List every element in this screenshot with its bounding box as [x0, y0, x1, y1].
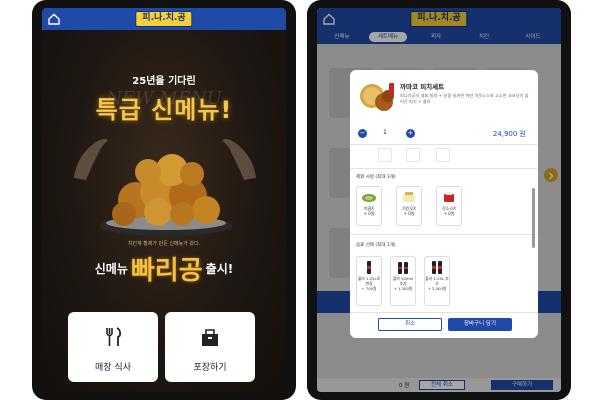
remove-option-radish[interactable]: 치킨무X + 0원 — [396, 186, 422, 226]
hot-sauce-icon — [444, 192, 454, 202]
drink-options-heading: 음료 선택 (최대 1개) — [356, 243, 396, 248]
divider — [350, 168, 538, 169]
menu-screen: 피.나.치.공 신메뉴 세트메뉴 피자 치킨 사이드 0 원 전체 취소 구매하… — [317, 8, 561, 392]
takeout-button[interactable]: 포장하기 — [165, 312, 255, 382]
drink-option-price: + 700원 — [361, 286, 377, 291]
drink-option-1250ml[interactable]: 콜라 1.25L 추가 + 2,000원 — [424, 256, 450, 306]
dine-in-button[interactable]: 매장 식사 — [68, 312, 158, 382]
promo-banner: NEW MENU 25년을 기다린 특급 신메뉴! 치킨계 황제가 만든 신메뉴… — [42, 30, 286, 392]
modal-description: 피나치공의 대표 피자 + 달콤 달싸한 까만 아웃소스와 고소한 코코넛이 들… — [400, 93, 529, 104]
add-to-cart-button[interactable]: 장바구니 담기 — [448, 318, 512, 331]
modal-title: 까마코 피치세트 — [400, 83, 445, 91]
remove-options-heading: 제외 사항 (최대 3개) — [356, 175, 396, 180]
right-tablet: 피.나.치.공 신메뉴 세트메뉴 피자 치킨 사이드 0 원 전체 취소 구매하… — [307, 0, 571, 400]
promo-headline: 특급 신메뉴! — [95, 96, 233, 124]
faded-option — [406, 148, 420, 162]
top-bar: 피.나.치.공 — [42, 8, 286, 30]
cola-bottles-icon — [432, 261, 442, 274]
drink-option-500ml[interactable]: 콜라 500ml 추가 + 1,300원 — [390, 256, 416, 306]
remove-option-price: + 0원 — [363, 211, 375, 216]
remove-option-hot-sauce[interactable]: 핫소스X + 0원 — [436, 186, 462, 226]
drink-option-name: 콜라 1.25L 추가 — [425, 276, 449, 286]
divider — [350, 312, 538, 313]
divider — [350, 144, 538, 145]
takeout-label: 포장하기 — [193, 363, 227, 373]
promo-screen: 피.나.치.공 NEW MENU 25년을 기다린 특급 신메뉴! 치킨계 황제… — [42, 8, 286, 392]
launch-line: 신메뉴 빠리공 출시! — [42, 250, 286, 287]
quantity-decrease-button[interactable]: − — [358, 129, 367, 138]
left-tablet: 피.나.치.공 NEW MENU 25년을 기다린 특급 신메뉴! 치킨계 황제… — [32, 0, 296, 400]
remove-option-price: + 0원 — [403, 211, 415, 216]
fried-chicken-image — [100, 154, 232, 236]
remove-option-price: + 0원 — [443, 211, 455, 216]
cola-bottle-icon — [367, 261, 371, 274]
drink-option-price: + 1,300원 — [393, 286, 413, 291]
modal-price: 24,900 원 — [492, 130, 526, 138]
takeout-bag-icon — [202, 329, 218, 346]
home-icon[interactable] — [47, 12, 61, 26]
option-modal: 까마코 피치세트 피나치공의 대표 피자 + 달콤 달싸한 까만 아웃소스와 고… — [350, 70, 538, 338]
set-menu-image — [360, 83, 394, 111]
modal-scrollbar[interactable] — [532, 188, 535, 248]
radish-icon — [403, 192, 415, 202]
drink-option-upgrade[interactable]: 콜라 1.25L로 변경 + 700원 — [356, 256, 382, 306]
quantity-value: 1 — [383, 129, 387, 136]
drink-option-name: 콜라 500ml 추가 — [392, 276, 414, 286]
modal-cancel-button[interactable]: 취소 — [378, 318, 442, 331]
faded-option — [436, 148, 450, 162]
promo-tagline: 치킨계 황제가 만든 신메뉴가 왔다. — [127, 241, 201, 247]
launch-suffix: 출시! — [205, 262, 234, 276]
dine-in-label: 매장 식사 — [95, 363, 131, 373]
promo-subheadline: 25년을 기다린 — [132, 76, 196, 87]
cola-bottles-icon — [398, 262, 408, 274]
divider — [350, 234, 538, 235]
pickle-icon — [362, 194, 376, 202]
fork-knife-icon — [106, 327, 122, 346]
launch-menu-name: 빠리공 — [130, 256, 203, 286]
faded-option — [378, 148, 392, 162]
drink-option-price: + 2,000원 — [427, 286, 447, 291]
drink-option-name: 콜라 1.25L로 변경 — [357, 276, 381, 286]
brand-logo: 피.나.치.공 — [135, 11, 193, 27]
quantity-increase-button[interactable]: + — [406, 129, 415, 138]
remove-option-pickle[interactable]: 피클X + 0원 — [356, 186, 382, 226]
launch-prefix: 신메뉴 — [94, 262, 128, 276]
